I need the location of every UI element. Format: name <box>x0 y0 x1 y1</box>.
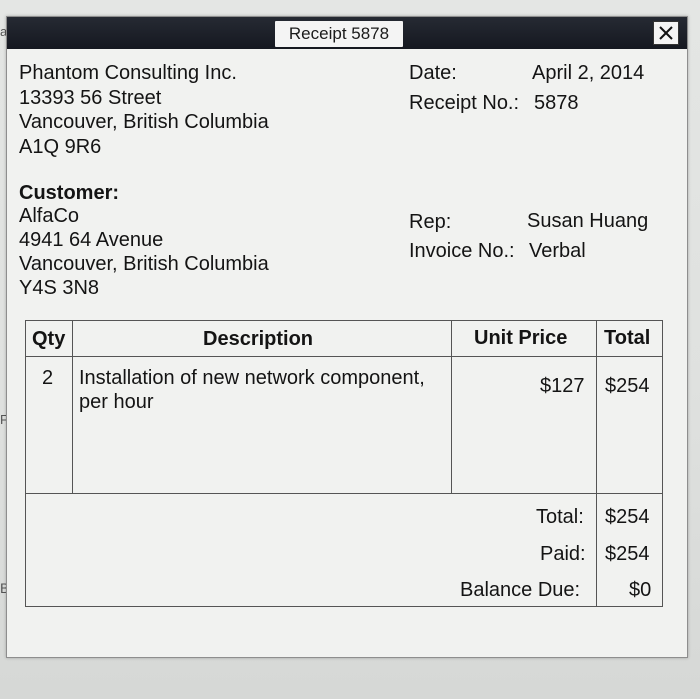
column-divider <box>72 321 73 493</box>
qty-header: Qty <box>32 328 66 350</box>
item-total: $254 <box>605 375 650 397</box>
screen-background: a Fi B Receipt 5878 Phantom Consulting I… <box>0 0 700 699</box>
invoice-number-label: Invoice No.: <box>409 240 515 262</box>
summary-balance-label: Balance Due: <box>460 579 581 601</box>
summary-total-label: Total: <box>536 506 584 528</box>
close-icon <box>659 26 673 40</box>
rep-value: Susan Huang <box>527 210 649 232</box>
unit-price-header: Unit Price <box>474 327 568 349</box>
window-title: Receipt 5878 <box>275 21 403 47</box>
receipt-window: Receipt 5878 Phantom Consulting Inc. 133… <box>6 16 688 658</box>
description-header: Description <box>203 328 314 350</box>
company-postal: A1Q 9R6 <box>19 136 102 158</box>
item-description-line1: Installation of new network component, <box>79 367 425 389</box>
line-items-table: Qty Description Unit Price Total 2 Insta… <box>25 320 663 607</box>
column-divider <box>596 321 597 606</box>
title-bar[interactable]: Receipt 5878 <box>7 17 687 49</box>
customer-name: AlfaCo <box>19 205 80 227</box>
summary-balance-value: $0 <box>629 579 652 601</box>
summary-paid-value: $254 <box>605 543 650 565</box>
company-street: 13393 56 Street <box>19 87 162 109</box>
customer-street: 4941 64 Avenue <box>19 229 164 251</box>
customer-city: Vancouver, British Columbia <box>19 253 269 275</box>
receipt-number-value: 5878 <box>534 92 579 114</box>
customer-heading: Customer: <box>19 182 120 204</box>
company-city: Vancouver, British Columbia <box>19 111 269 133</box>
total-header: Total <box>604 327 651 349</box>
column-divider <box>451 321 452 493</box>
item-description-line2: per hour <box>79 391 154 413</box>
item-qty: 2 <box>42 367 54 389</box>
header-divider <box>26 356 662 357</box>
receipt-number-label: Receipt No.: <box>409 92 520 114</box>
company-name: Phantom Consulting Inc. <box>19 62 237 84</box>
invoice-number-value: Verbal <box>529 240 586 262</box>
item-unit-price: $127 <box>540 375 585 397</box>
summary-total-value: $254 <box>605 506 650 528</box>
close-button[interactable] <box>653 21 679 45</box>
customer-postal: Y4S 3N8 <box>19 277 100 299</box>
items-bottom-divider <box>26 493 662 494</box>
date-value: April 2, 2014 <box>532 62 645 84</box>
date-label: Date: <box>409 62 457 84</box>
rep-label: Rep: <box>409 211 452 233</box>
summary-paid-label: Paid: <box>540 543 586 565</box>
